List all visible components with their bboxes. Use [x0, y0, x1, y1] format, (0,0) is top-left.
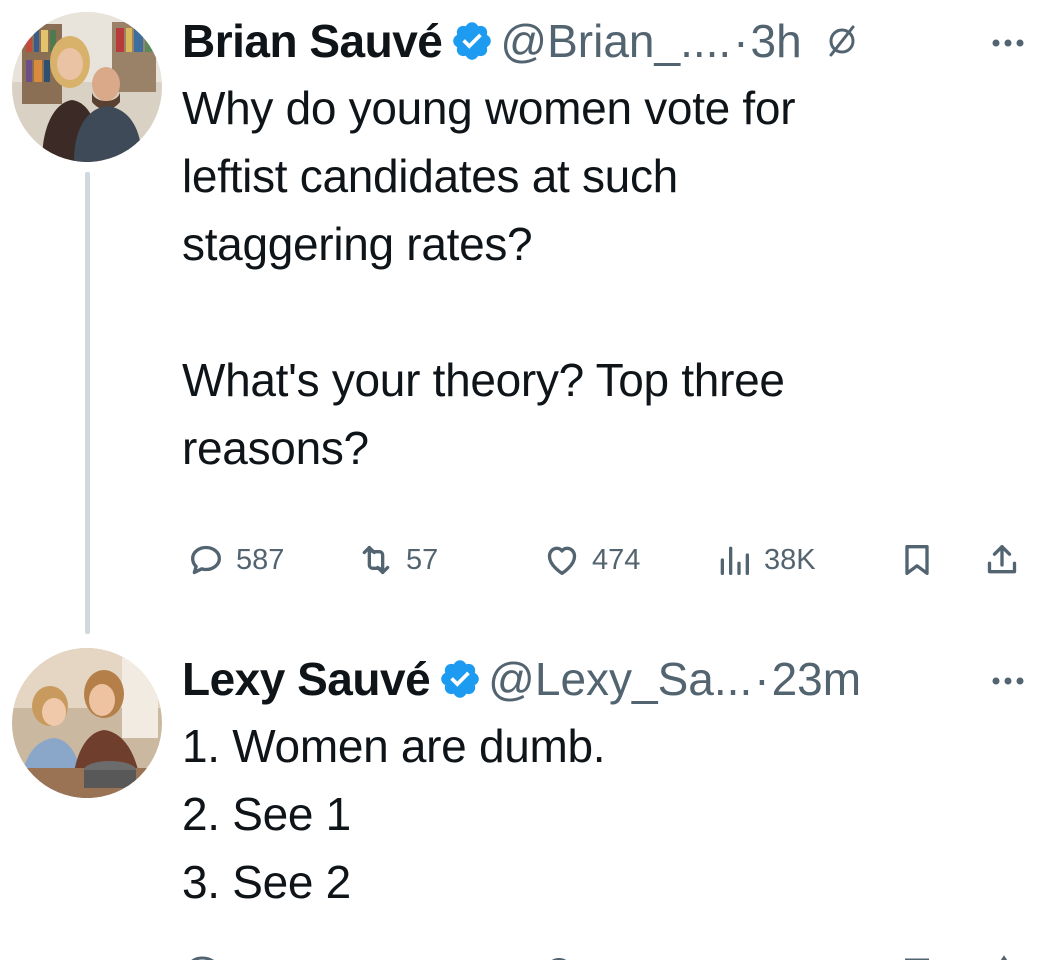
reply-count: 587 — [236, 543, 285, 576]
bookmark-button[interactable] — [897, 535, 937, 585]
avatar-lexy-sauve[interactable] — [12, 648, 162, 798]
tweet-text-line: Why do young women vote for — [182, 82, 796, 134]
partial-action-icons — [191, 955, 1008, 960]
reply-icon — [191, 545, 221, 575]
timeline: Brian Sauvé @Brian_.... · 3h Why do youn… — [0, 0, 1042, 960]
separator-dot: · — [733, 15, 749, 67]
heart-icon — [547, 546, 577, 575]
views-button[interactable]: 38K — [714, 535, 816, 585]
more-icon[interactable] — [988, 659, 1028, 699]
avatar-photo — [12, 648, 162, 798]
share-icon — [987, 545, 1017, 574]
tweet-text-line: 1. Women are dumb. — [182, 720, 606, 772]
retweet-icon — [362, 545, 390, 575]
separator-dot: · — [754, 653, 770, 705]
display-name[interactable]: Brian Sauvé — [182, 10, 443, 72]
verified-badge-icon[interactable] — [438, 657, 482, 701]
tweet-1[interactable]: Brian Sauvé @Brian_.... · 3h Why do youn… — [182, 10, 1028, 482]
views-icon — [720, 546, 749, 575]
tweet-2-action-bar — [182, 950, 1028, 960]
handle[interactable]: @Brian_.... — [500, 10, 731, 72]
reply-button[interactable]: 587 — [186, 535, 284, 585]
like-button[interactable]: 474 — [542, 535, 640, 585]
tweet-text-line: reasons? — [182, 422, 369, 474]
tweet-2[interactable]: Lexy Sauvé @Lexy_Sa... · 23m 1. Women ar… — [182, 648, 1028, 916]
timestamp[interactable]: 3h — [751, 10, 802, 72]
tweet-header: Lexy Sauvé @Lexy_Sa... · 23m — [182, 648, 1028, 710]
like-count: 474 — [592, 543, 641, 576]
tweet-text-line: staggering rates? — [182, 218, 533, 270]
tweet-text-line: leftist candidates at such — [182, 150, 678, 202]
avatar-photo — [12, 12, 162, 162]
share-button[interactable] — [982, 535, 1022, 585]
tweet-text: 1. Women are dumb. 2. See 1 3. See 2 — [182, 712, 1028, 916]
thread-line — [85, 172, 90, 634]
tweet-text-line: 3. See 2 — [182, 856, 351, 908]
display-name[interactable]: Lexy Sauvé — [182, 648, 431, 710]
grok-icon[interactable] — [826, 23, 858, 59]
views-count: 38K — [764, 543, 816, 576]
verified-badge-icon[interactable] — [450, 19, 494, 63]
bookmark-icon — [905, 545, 929, 575]
timestamp[interactable]: 23m — [772, 648, 861, 710]
tweet-action-bar: 587 57 474 38K — [182, 535, 1028, 585]
retweet-count: 57 — [406, 543, 439, 576]
retweet-button[interactable]: 57 — [356, 535, 438, 585]
tweet-text: Why do young women vote for leftist cand… — [182, 74, 1028, 482]
more-icon[interactable] — [988, 21, 1028, 61]
avatar-brian-sauve[interactable] — [12, 12, 162, 162]
tweet-text-line: 2. See 1 — [182, 788, 351, 840]
handle[interactable]: @Lexy_Sa... — [488, 648, 752, 710]
tweet-header: Brian Sauvé @Brian_.... · 3h — [182, 10, 1028, 72]
tweet-text-line: What's your theory? Top three — [182, 354, 785, 406]
